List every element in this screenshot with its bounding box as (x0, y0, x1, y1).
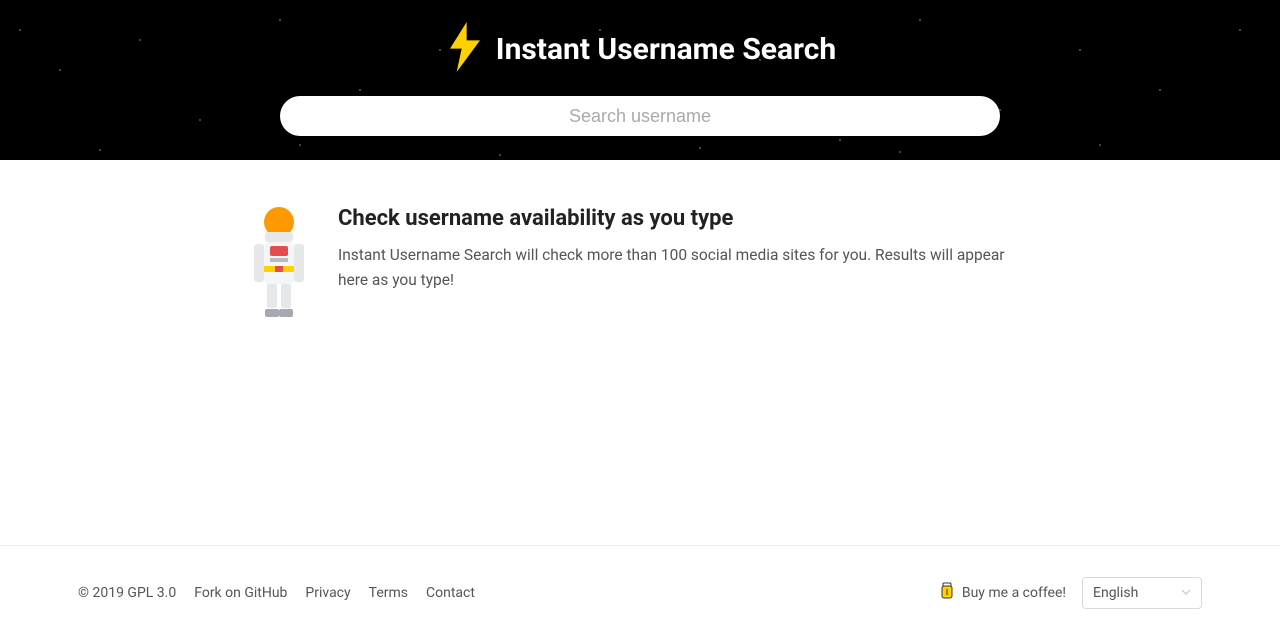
title-row: Instant Username Search (444, 22, 836, 76)
language-select[interactable]: English (1082, 577, 1202, 609)
page-title: Instant Username Search (496, 32, 836, 67)
chevron-down-icon (1181, 585, 1191, 601)
intro-text: Check username availability as you type … (338, 206, 1030, 545)
coffee-cup-icon (940, 582, 954, 604)
footer-left: © 2019 GPL 3.0 Fork on GitHub Privacy Te… (78, 585, 475, 601)
page-header: Instant Username Search (0, 0, 1280, 160)
intro-body: Instant Username Search will check more … (338, 243, 1030, 293)
contact-link[interactable]: Contact (426, 585, 475, 601)
astronaut-icon (250, 206, 308, 545)
privacy-link[interactable]: Privacy (305, 585, 350, 601)
terms-link[interactable]: Terms (369, 585, 408, 601)
buy-coffee-label: Buy me a coffee! (962, 585, 1066, 601)
intro-card: Check username availability as you type … (250, 206, 1030, 545)
lightning-bolt-icon (444, 22, 486, 76)
search-wrap (280, 96, 1000, 136)
intro-heading: Check username availability as you type (338, 206, 1030, 231)
search-input[interactable] (280, 96, 1000, 136)
buy-coffee-link[interactable]: Buy me a coffee! (940, 582, 1066, 604)
page-footer: © 2019 GPL 3.0 Fork on GitHub Privacy Te… (0, 545, 1280, 640)
main-content: Check username availability as you type … (0, 160, 1280, 545)
footer-right: Buy me a coffee! English (940, 577, 1202, 609)
copyright-text: © 2019 GPL 3.0 (78, 585, 176, 601)
language-selected-label: English (1093, 585, 1138, 601)
fork-github-link[interactable]: Fork on GitHub (194, 585, 287, 601)
